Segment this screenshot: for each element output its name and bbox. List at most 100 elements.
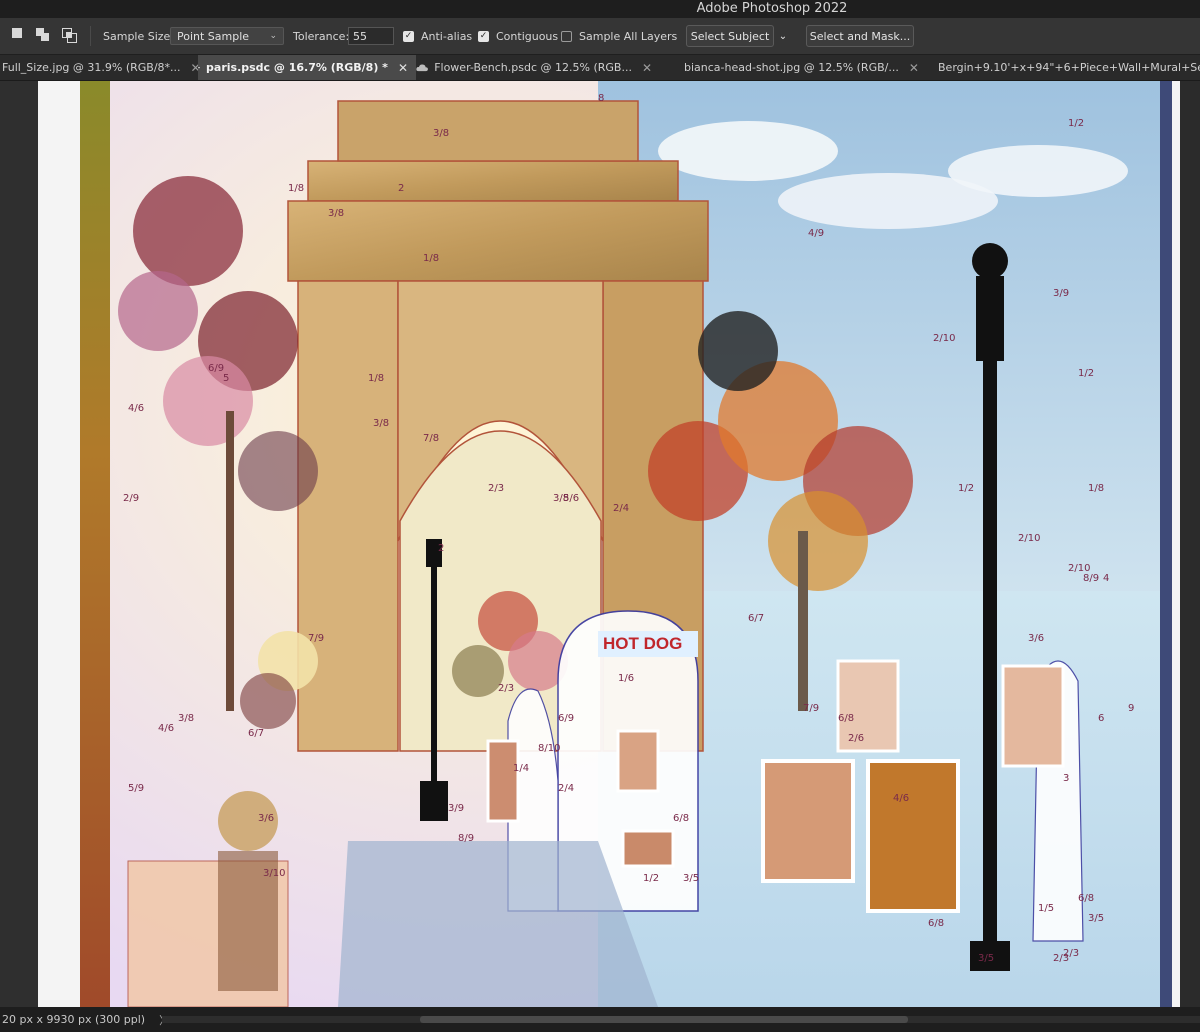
paint-number-label: 5/9 bbox=[128, 783, 144, 794]
tab-full-size[interactable]: Full_Size.jpg @ 31.9% (RGB/8*... ✕ bbox=[0, 55, 201, 80]
sample-all-layers-checkbox[interactable] bbox=[561, 30, 572, 42]
paint-number-label: 3/9 bbox=[448, 803, 464, 814]
anti-alias-option[interactable]: ✓ Anti-alias bbox=[403, 18, 472, 54]
paint-number-label: 3 bbox=[1063, 773, 1069, 784]
cloud-document-icon bbox=[198, 66, 200, 69]
paint-number-label: 3/5 bbox=[1088, 913, 1104, 924]
paint-number-label: 2/3 bbox=[498, 683, 514, 694]
paint-number-label: 1/2 bbox=[1078, 368, 1094, 379]
hot-dog-sign: HOT DOG bbox=[603, 634, 682, 653]
paint-number-label: 2/10 bbox=[1068, 563, 1090, 574]
paint-number-label: 1/8 bbox=[368, 373, 384, 384]
options-bar: Sample Size: Point Sample ⌄ Tolerance: 5… bbox=[0, 18, 1200, 55]
left-texture-strip bbox=[80, 81, 110, 1007]
paint-number-label: 2/4 bbox=[613, 503, 629, 514]
add-selection-mode-icon[interactable] bbox=[36, 18, 52, 54]
paint-number-label: 2/9 bbox=[123, 493, 139, 504]
paint-number-label: 1/5 bbox=[1038, 903, 1054, 914]
tab-label: bianca-head-shot.jpg @ 12.5% (RGB/... bbox=[684, 61, 899, 74]
tab-flower-bench[interactable]: Flower-Bench.psdc @ 12.5% (RGB... ✕ bbox=[416, 55, 660, 80]
paint-number-label: 3/6 bbox=[1028, 633, 1044, 644]
paint-number-label: 8/10 bbox=[538, 743, 560, 754]
paint-number-label: 9 bbox=[1128, 703, 1134, 714]
sample-size-label: Sample Size: bbox=[103, 29, 175, 43]
sample-all-layers-option[interactable]: Sample All Layers bbox=[561, 18, 677, 54]
paint-number-label: 1/8 bbox=[1088, 483, 1104, 494]
paint-number-label: 1/8 bbox=[288, 183, 304, 194]
paint-number-label: 8/9 bbox=[458, 833, 474, 844]
paint-number-label: 4/6 bbox=[128, 403, 144, 414]
contiguous-checkbox[interactable]: ✓ bbox=[478, 30, 489, 42]
scrollbar-thumb[interactable] bbox=[420, 1016, 908, 1023]
contiguous-label: Contiguous bbox=[496, 29, 559, 43]
paint-number-label: 3/5 bbox=[978, 953, 994, 964]
tool-panel-edge bbox=[0, 81, 38, 1007]
paint-number-label: 7/9 bbox=[803, 703, 819, 714]
anti-alias-checkbox[interactable]: ✓ bbox=[403, 30, 414, 42]
paint-number-label: 5 bbox=[223, 373, 229, 384]
paint-number-label: 6 bbox=[1098, 713, 1104, 724]
paint-number-label: 6/8 bbox=[928, 918, 944, 929]
select-subject-button[interactable]: Select Subject bbox=[686, 25, 774, 47]
tab-bergin-mural[interactable]: Bergin+9.10'+x+94"+6+Piece+Wall+Mural+Se bbox=[916, 55, 1200, 80]
contiguous-option[interactable]: ✓ Contiguous bbox=[478, 18, 558, 54]
paint-number-label: 1/2 bbox=[643, 873, 659, 884]
paint-number-label: 3/5 bbox=[683, 873, 699, 884]
select-subject-dropdown-icon[interactable]: ⌄ bbox=[776, 25, 790, 47]
tab-label: Flower-Bench.psdc @ 12.5% (RGB... bbox=[434, 61, 632, 74]
tab-label: Bergin+9.10'+x+94"+6+Piece+Wall+Mural+Se bbox=[938, 61, 1200, 74]
intersect-selection-mode-icon[interactable] bbox=[62, 18, 78, 54]
paint-number-label: 5/6 bbox=[563, 493, 579, 504]
close-tab-icon[interactable]: ✕ bbox=[642, 61, 652, 75]
paint-number-label: 6/9 bbox=[558, 713, 574, 724]
tolerance-input[interactable]: 55 bbox=[348, 27, 394, 45]
artwork-svg: HOT DOG 1/21/83/823/881/83/824/92/103/96… bbox=[38, 81, 1180, 1007]
paint-number-label: 2 bbox=[398, 183, 404, 194]
paint-number-label: 3/8 bbox=[328, 208, 344, 219]
paint-number-label: 4/6 bbox=[158, 723, 174, 734]
new-selection-mode-icon[interactable] bbox=[12, 18, 28, 54]
paint-number-label: 6/8 bbox=[838, 713, 854, 724]
paint-number-label: 2/4 bbox=[558, 783, 574, 794]
cloud-shape bbox=[948, 145, 1128, 197]
paint-number-label: 7/9 bbox=[308, 633, 324, 644]
cloud-shape bbox=[658, 121, 838, 181]
tab-paris[interactable]: paris.psdc @ 16.7% (RGB/8) * ✕ bbox=[198, 55, 416, 80]
paint-number-label: 1/4 bbox=[513, 763, 529, 774]
paint-number-label: 6/9 bbox=[208, 363, 224, 374]
tolerance-value: 55 bbox=[353, 29, 367, 43]
document-canvas[interactable]: HOT DOG 1/2 1/8 3/8 2 3/8 8 1/8 3/8 2 4/… bbox=[38, 81, 1180, 1007]
paint-number-label: 2/3 bbox=[488, 483, 504, 494]
paint-number-label: 2/3 bbox=[1063, 948, 1079, 959]
right-panel-edge bbox=[1180, 81, 1200, 1007]
tab-bianca-head-shot[interactable]: bianca-head-shot.jpg @ 12.5% (RGB/... ✕ bbox=[660, 55, 919, 80]
anti-alias-label: Anti-alias bbox=[421, 29, 473, 43]
paint-number-label: 3/9 bbox=[1053, 288, 1069, 299]
status-bar: 20 px x 9930 px (300 ppl) 〉 bbox=[0, 1007, 1200, 1032]
paint-number-label: 6/8 bbox=[1078, 893, 1094, 904]
paint-number-label: 2/10 bbox=[933, 333, 955, 344]
tolerance-label: Tolerance: bbox=[293, 29, 350, 43]
title-bar: Adobe Photoshop 2022 bbox=[0, 0, 1200, 18]
paint-number-label: 6/8 bbox=[673, 813, 689, 824]
paint-number-label: 6/7 bbox=[748, 613, 764, 624]
select-and-mask-button[interactable]: Select and Mask... bbox=[806, 25, 914, 47]
window-title: Adobe Photoshop 2022 bbox=[696, 1, 848, 16]
canvas-area[interactable]: HOT DOG 1/2 1/8 3/8 2 3/8 8 1/8 3/8 2 4/… bbox=[0, 81, 1200, 1007]
paint-number-label: 6/7 bbox=[248, 728, 264, 739]
paint-number-label: 8 bbox=[598, 93, 604, 104]
paint-number-label: 4/9 bbox=[808, 228, 824, 239]
sample-all-layers-label: Sample All Layers bbox=[579, 29, 678, 43]
paint-number-label: 4 bbox=[1103, 573, 1109, 584]
paint-number-label: 3/8 bbox=[373, 418, 389, 429]
paint-number-label: 8/9 bbox=[1083, 573, 1099, 584]
paint-number-label: 3/8 bbox=[433, 128, 449, 139]
document-tabs: Full_Size.jpg @ 31.9% (RGB/8*... ✕ paris… bbox=[0, 55, 1200, 81]
paint-number-label: 3/10 bbox=[263, 868, 285, 879]
sample-size-select[interactable]: Point Sample ⌄ bbox=[170, 27, 284, 45]
tab-label: paris.psdc @ 16.7% (RGB/8) * bbox=[206, 61, 388, 74]
paint-number-label: 2 bbox=[438, 543, 444, 554]
paint-number-label: 1/8 bbox=[423, 253, 439, 264]
paint-number-label: 3/6 bbox=[258, 813, 274, 824]
close-tab-icon[interactable]: ✕ bbox=[398, 61, 408, 75]
